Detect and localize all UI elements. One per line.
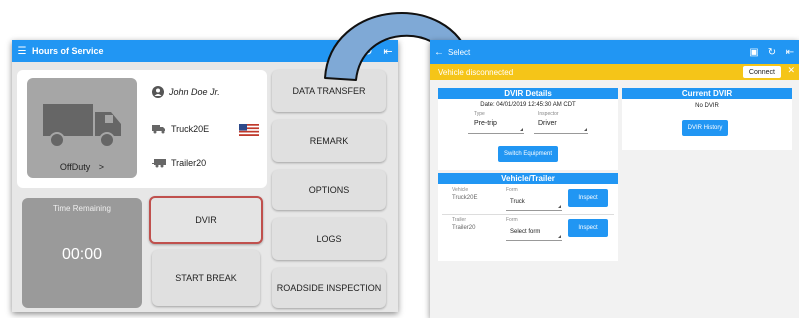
logs-button[interactable]: LOGS [272,218,386,260]
dvir-details-panel: DVIR Details Date: 04/01/2019 12:45:30 A… [438,88,618,170]
duty-status-text: OffDuty [59,162,91,172]
status-card[interactable]: OffDuty > [27,78,137,178]
close-icon[interactable]: ✕ [787,65,795,76]
start-break-button[interactable]: START BREAK [152,250,260,306]
dvir-select-screen: ← Select ▣ ↻ ⇤ Vehicle disconnected Conn… [430,40,799,318]
inspect-vehicle-button[interactable]: Inspect [568,189,608,207]
trailer-form-select[interactable]: Select form [510,229,540,235]
options-button[interactable]: OPTIONS [272,170,386,210]
chevron-right-icon: > [98,162,105,172]
dvir-history-button[interactable]: DVIR History [682,120,728,136]
menu-icon[interactable]: ☰ [12,46,32,57]
dropdown-icon [558,235,561,238]
inspector-select[interactable]: Driver [538,120,557,127]
trailer-row: Trailer20 [152,158,206,168]
duty-status: OffDuty > [27,162,137,172]
inspector-label: Inspector [538,111,559,117]
trailer-label: Trailer [452,217,466,223]
dropdown-icon [520,128,523,131]
dvir-details-header: DVIR Details [438,88,618,99]
time-remaining-label: Time Remaining [53,204,111,213]
time-remaining-card: Time Remaining 00:00 [22,198,142,308]
row-divider [442,214,614,215]
trailer-name: Trailer20 [171,158,207,168]
truck-name: Truck20E [171,124,210,134]
type-underline [468,133,524,134]
switch-equipment-button[interactable]: Switch Equipment [498,146,558,162]
dvir-screen-title: Select [448,47,471,57]
vehicle-form-select[interactable]: Truck [510,199,525,205]
time-remaining-value: 00:00 [61,246,103,263]
vehicle-disconnected-bar: Vehicle disconnected Connect ✕ [430,64,799,80]
driver-name: John Doe Jr. [169,87,220,97]
dropdown-icon [558,205,561,208]
vehicle-form-underline [506,210,562,211]
logout-icon[interactable]: ⇤ [781,47,799,58]
dvir-button[interactable]: DVIR [149,196,263,244]
inspect-trailer-button[interactable]: Inspect [568,219,608,237]
roadside-inspection-button[interactable]: ROADSIDE INSPECTION [272,268,386,308]
dvir-date: Date: 04/01/2019 12:45:30 AM CDT [480,102,576,108]
driver-row: John Doe Jr. [152,86,220,98]
type-label: Type [474,111,485,117]
device-icon[interactable]: ▣ [745,47,763,58]
trailer-form-underline [506,240,562,241]
dropdown-icon [584,128,587,131]
inspector-underline [534,133,588,134]
vehicle-value: Truck20E [452,195,478,201]
type-select[interactable]: Pre-trip [474,120,497,127]
refresh-icon[interactable]: ↻ [763,47,781,58]
current-dvir-panel: Current DVIR No DVIR DVIR History [622,88,792,150]
driver-card: OffDuty > John Doe Jr. Truck20E Trailer2… [17,70,267,188]
form-label: Form [506,217,518,223]
trailer-icon [152,159,166,168]
tutorial-composite: ☰ Hours of Service ↻ ⇤ OffDuty > [0,0,799,318]
truck-row: Truck20E [152,124,209,134]
truck-small-icon [152,125,165,134]
user-icon [152,86,164,98]
vehicle-label: Vehicle [452,187,469,193]
current-dvir-header: Current DVIR [622,88,792,99]
truck-icon [43,104,121,148]
vehicle-trailer-header: Vehicle/Trailer [438,173,618,184]
connect-button[interactable]: Connect [742,66,781,78]
back-arrow-icon[interactable]: ← [430,47,448,58]
warning-text: Vehicle disconnected [438,67,514,77]
trailer-value: Trailer20 [452,225,476,231]
us-flag-icon [239,124,259,136]
current-dvir-status: No DVIR [695,103,719,109]
vehicle-trailer-panel: Vehicle/Trailer Vehicle Truck20E Form Tr… [438,173,618,261]
dvir-app-bar: ← Select ▣ ↻ ⇤ [430,40,799,64]
form-label: Form [506,187,518,193]
